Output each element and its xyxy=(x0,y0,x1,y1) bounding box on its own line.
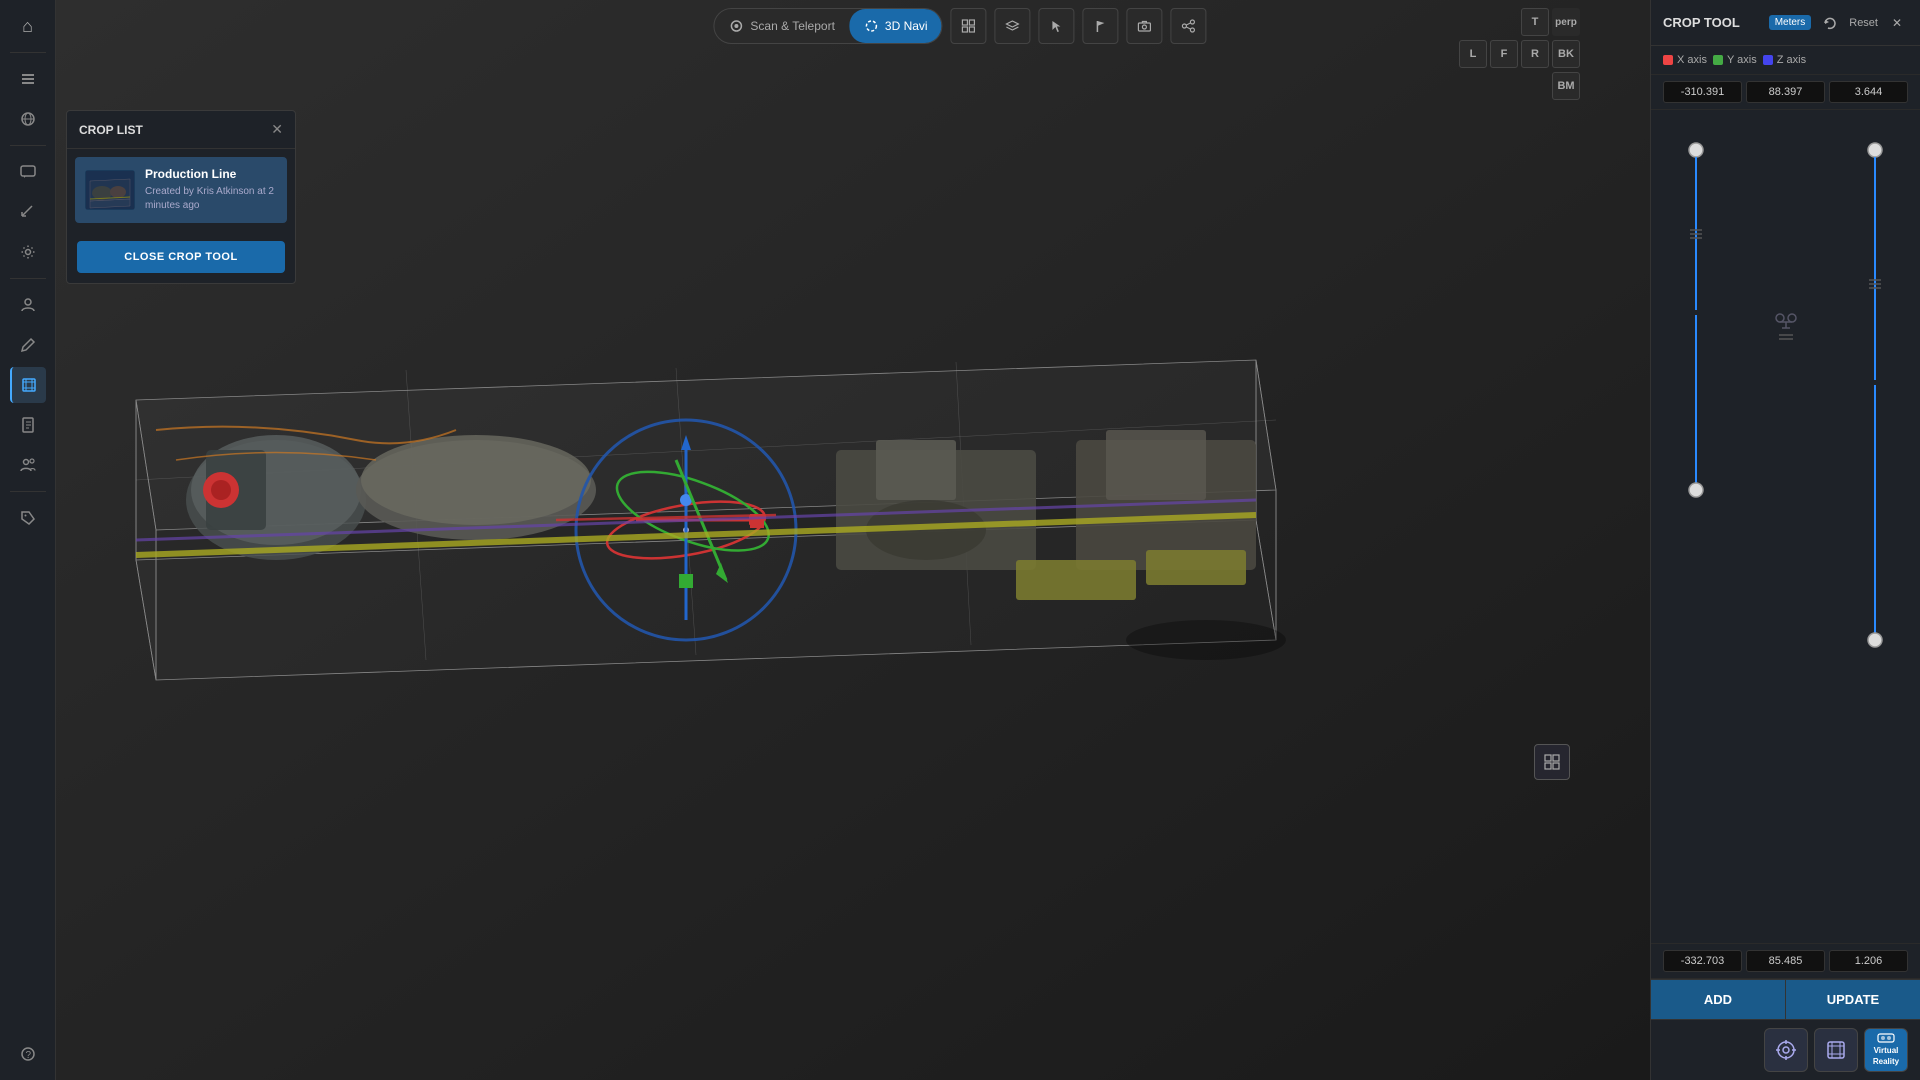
crop-tool-title: CROP TOOL xyxy=(1663,15,1761,30)
x-axis-dot xyxy=(1663,55,1673,65)
svg-text:?: ? xyxy=(25,1050,31,1061)
sidebar-item-settings[interactable] xyxy=(10,234,46,270)
sliders-container xyxy=(1651,110,1920,943)
sidebar-item-crop-tools[interactable] xyxy=(10,367,46,403)
sidebar-item-chat[interactable] xyxy=(10,154,46,190)
3d-navi-icon xyxy=(863,18,879,34)
x-axis-text: X axis xyxy=(1677,54,1707,66)
cursor-btn[interactable] xyxy=(1039,8,1075,44)
view-controls: T perp L F R BK BM xyxy=(1459,8,1580,100)
viewport-grid-btn[interactable] xyxy=(1534,744,1570,780)
left-slider-svg xyxy=(1681,130,1711,510)
y-axis-dot xyxy=(1713,55,1723,65)
crop-list-header: CROP LIST ✕ xyxy=(67,111,295,149)
scan-teleport-label: Scan & Teleport xyxy=(750,19,835,33)
x-axis-label: X axis xyxy=(1663,54,1707,66)
crop-list-item-production-line[interactable]: Production Line Created by Kris Atkinson… xyxy=(75,157,287,223)
axis-labels: X axis Y axis Z axis xyxy=(1651,46,1920,75)
z-axis-dot xyxy=(1763,55,1773,65)
vr-btn[interactable]: VirtualReality xyxy=(1864,1028,1908,1072)
add-update-row: ADD UPDATE xyxy=(1651,979,1920,1019)
left-sidebar: ⌂ ? xyxy=(0,0,56,1080)
balance-icon xyxy=(1774,310,1798,342)
sidebar-item-user[interactable] xyxy=(10,287,46,323)
3d-navi-nav[interactable]: 3D Navi xyxy=(849,9,942,43)
sidebar-item-tag[interactable] xyxy=(10,500,46,536)
sidebar-item-pencil[interactable] xyxy=(10,327,46,363)
crop-list-close-icon[interactable]: ✕ xyxy=(271,121,283,138)
perspective-label: perp xyxy=(1552,8,1580,36)
sidebar-item-report[interactable] xyxy=(10,407,46,443)
z-axis-label: Z axis xyxy=(1763,54,1806,66)
crop-item-name: Production Line xyxy=(145,167,277,181)
reset-icon-btn[interactable] xyxy=(1819,12,1841,34)
crop-item-meta: Created by Kris Atkinson at 2 minutes ag… xyxy=(145,185,277,213)
view-F[interactable]: F xyxy=(1490,40,1518,68)
right-slider-svg xyxy=(1860,130,1890,660)
bottom-coord-values: -332.703 85.485 1.206 xyxy=(1651,943,1920,979)
crop-tool-header: CROP TOOL Meters Reset ✕ xyxy=(1651,0,1920,46)
top-navigation: Scan & Teleport 3D Navi xyxy=(713,8,1206,44)
add-button[interactable]: ADD xyxy=(1651,980,1786,1019)
z-coord-bottom[interactable]: 1.206 xyxy=(1829,950,1908,972)
nav-pill: Scan & Teleport 3D Navi xyxy=(713,8,942,44)
target-view-btn[interactable] xyxy=(1764,1028,1808,1072)
view-T[interactable]: T xyxy=(1521,8,1549,36)
crop-list-title: CROP LIST xyxy=(79,123,143,137)
reset-label[interactable]: Reset xyxy=(1849,17,1878,29)
sidebar-item-home[interactable]: ⌂ xyxy=(10,8,46,44)
scan-icon xyxy=(728,18,744,34)
update-button[interactable]: UPDATE xyxy=(1786,980,1920,1019)
bottom-action-buttons: VirtualReality xyxy=(1651,1019,1920,1080)
scan-teleport-nav[interactable]: Scan & Teleport xyxy=(714,9,849,43)
grid-btn[interactable] xyxy=(951,8,987,44)
layers-btn[interactable] xyxy=(995,8,1031,44)
z-axis-text: Z axis xyxy=(1777,54,1806,66)
meters-badge[interactable]: Meters xyxy=(1769,15,1812,30)
sidebar-item-help[interactable]: ? xyxy=(10,1036,46,1072)
view-BK[interactable]: BK xyxy=(1552,40,1580,68)
sidebar-item-measure[interactable] xyxy=(10,194,46,230)
sidebar-item-globe[interactable] xyxy=(10,101,46,137)
view-BM[interactable]: BM xyxy=(1552,72,1580,100)
top-coord-values: -310.391 88.397 3.644 xyxy=(1651,75,1920,110)
right-panel: CROP TOOL Meters Reset ✕ X axis Y axis Z… xyxy=(1650,0,1920,1080)
crop-view-btn[interactable] xyxy=(1814,1028,1858,1072)
flag-btn[interactable] xyxy=(1083,8,1119,44)
y-axis-label: Y axis xyxy=(1713,54,1757,66)
sidebar-item-team[interactable] xyxy=(10,447,46,483)
x-coord-top[interactable]: -310.391 xyxy=(1663,81,1742,103)
crop-item-info: Production Line Created by Kris Atkinson… xyxy=(145,167,277,213)
view-L[interactable]: L xyxy=(1459,40,1487,68)
z-coord-top[interactable]: 3.644 xyxy=(1829,81,1908,103)
close-crop-tool-button[interactable]: CLOSE CROP TOOL xyxy=(77,241,285,273)
vr-label: VirtualReality xyxy=(1873,1046,1899,1066)
y-coord-top[interactable]: 88.397 xyxy=(1746,81,1825,103)
share-btn[interactable] xyxy=(1171,8,1207,44)
close-panel-icon[interactable]: ✕ xyxy=(1886,12,1908,34)
view-R[interactable]: R xyxy=(1521,40,1549,68)
y-coord-bottom[interactable]: 85.485 xyxy=(1746,950,1825,972)
3d-navi-label: 3D Navi xyxy=(885,19,928,33)
crop-list-panel: CROP LIST ✕ Production Line Created by K… xyxy=(66,110,296,284)
y-axis-text: Y axis xyxy=(1727,54,1757,66)
x-coord-bottom[interactable]: -332.703 xyxy=(1663,950,1742,972)
sidebar-item-layers[interactable] xyxy=(10,61,46,97)
crop-thumbnail xyxy=(85,170,135,210)
camera-btn[interactable] xyxy=(1127,8,1163,44)
